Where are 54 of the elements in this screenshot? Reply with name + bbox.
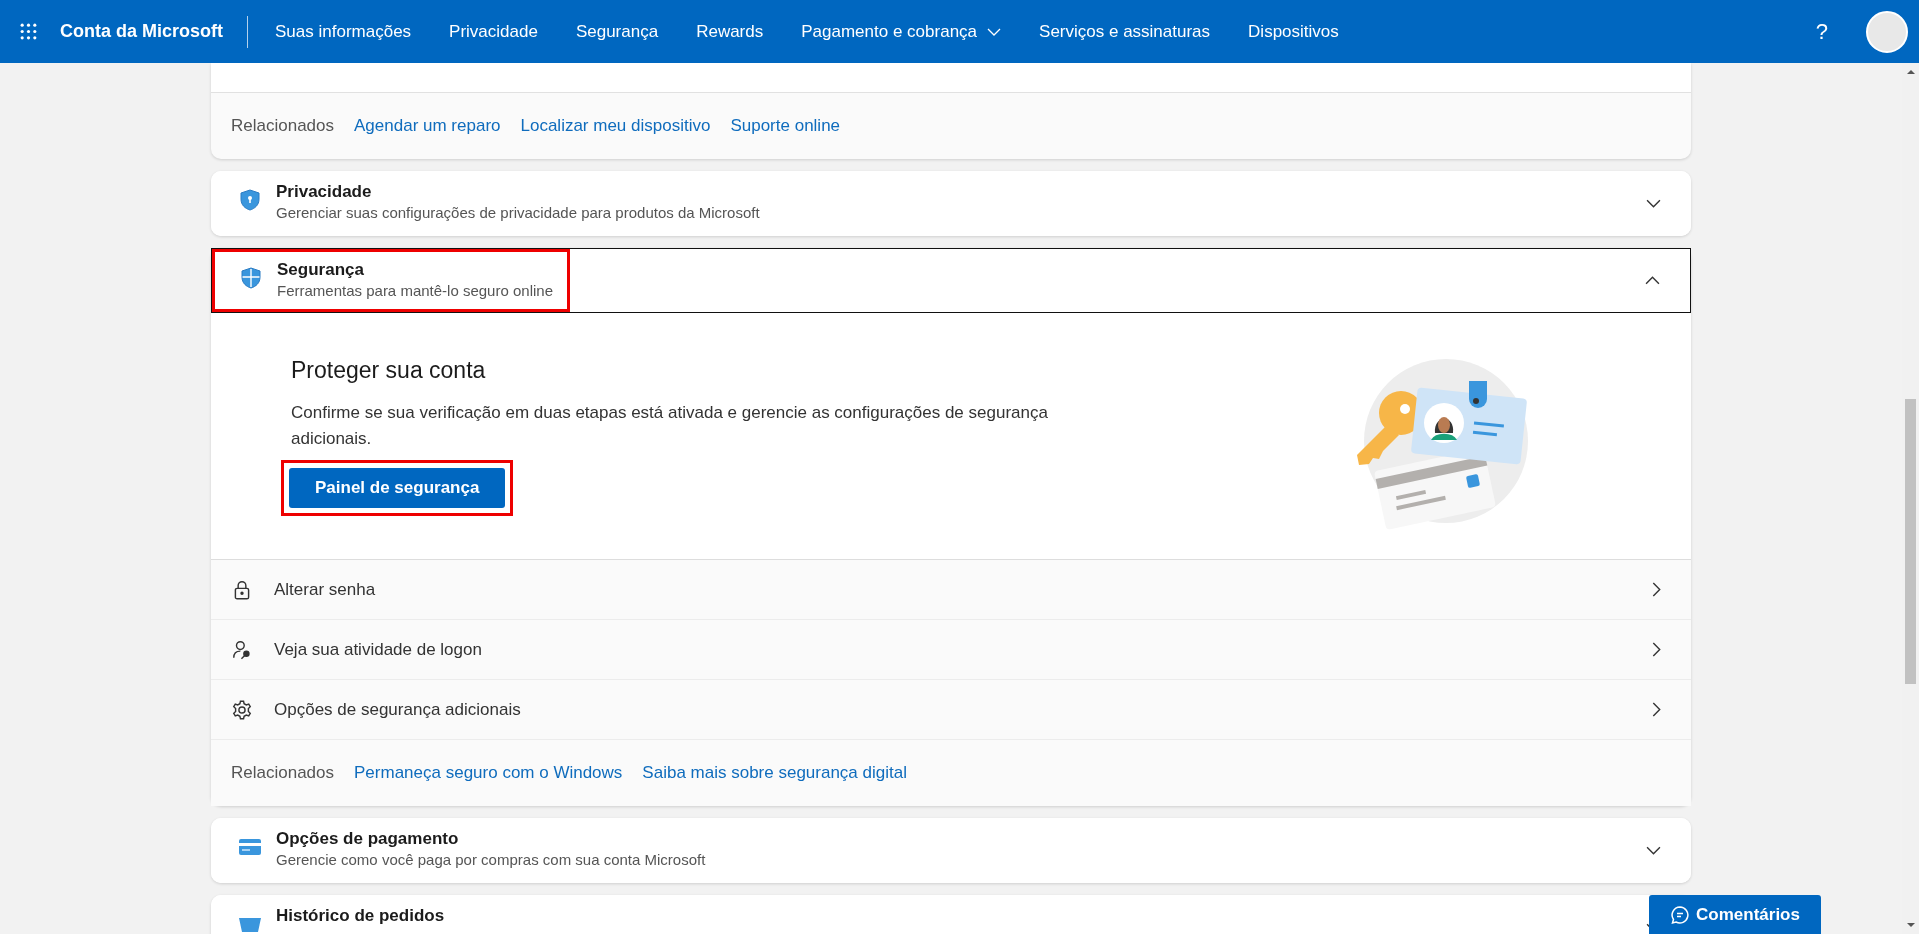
chevron-right-icon [1652, 642, 1661, 657]
highlight-frame[interactable]: Segurança Ferramentas para mantê-lo seguro online [212, 249, 570, 312]
related-link[interactable]: Permaneça seguro com o Windows [354, 763, 623, 783]
chevron-right-icon [1652, 582, 1661, 597]
chevron-down-icon[interactable] [1646, 199, 1661, 208]
security-dashboard-button[interactable]: Painel de segurança [289, 467, 506, 508]
action-row[interactable]: Opções de segurança adicionais [211, 680, 1691, 740]
action-row[interactable]: Veja sua atividade de logon [211, 620, 1691, 680]
avatar[interactable] [1866, 10, 1908, 53]
related-link[interactable]: Saiba mais sobre segurança digital [642, 763, 907, 783]
chevron-up-icon[interactable] [1645, 276, 1660, 285]
related-label: Relacionados [231, 116, 334, 136]
section-title: Segurança [277, 260, 365, 280]
shield-icon [239, 266, 263, 290]
help-button[interactable]: ? [1815, 18, 1828, 45]
nav-link[interactable]: Suas informações [256, 21, 431, 42]
action-label: Veja sua atividade de logon [274, 639, 482, 660]
scroll-up-icon[interactable] [1905, 69, 1916, 75]
action-label: Opções de segurança adicionais [274, 699, 521, 720]
nav-link[interactable]: Dispositivos [1229, 21, 1358, 42]
feedback-button[interactable]: Comentários [1649, 895, 1821, 934]
section-header[interactable]: Opções de pagamento Gerencie como você paga por compras com sua conta Microsoft [211, 818, 723, 883]
settings-icon [231, 698, 253, 721]
related-label: Relacionados [231, 763, 334, 783]
nav-link[interactable]: Privacidade [430, 21, 557, 42]
nav-link[interactable]: Serviços e assinaturas [1020, 21, 1230, 42]
app-title[interactable]: Conta da Microsoft [60, 21, 223, 42]
app-launcher-icon[interactable] [19, 22, 38, 41]
nav-link[interactable]: Pagamento e cobrança [782, 21, 1021, 42]
section-title: Histórico de pedidos [276, 906, 445, 926]
section-subtitle: Gerenciar suas configurações de privacidade para produtos da Microsoft [276, 204, 760, 221]
nav-link[interactable]: Segurança [556, 21, 678, 42]
section-title: Privacidade [276, 182, 373, 202]
scroll-down-icon[interactable] [1905, 922, 1916, 928]
section-header[interactable]: Histórico de pedidos [211, 895, 462, 934]
related-link[interactable]: Suporte online [730, 116, 841, 136]
related-link[interactable]: Localizar meu dispositivo [520, 116, 711, 136]
chevron-right-icon [1652, 702, 1661, 717]
section-subtitle: Gerencie como você paga por compras com sua conta Microsoft [276, 851, 706, 868]
chevron-down-icon[interactable] [1646, 846, 1661, 855]
scrollbar-thumb[interactable] [1905, 399, 1916, 684]
description-text: Confirme se sua verificação em duas etapas está ativada e gerencie as configurações de segurança adicionais. [291, 401, 1049, 450]
chevron-down-icon [987, 27, 1002, 36]
action-label: Alterar senha [274, 579, 376, 600]
section-heading: Proteger sua conta [291, 356, 487, 384]
section-subtitle: Ferramentas para mantê-lo seguro online [277, 282, 553, 299]
section-title: Opções de pagamento [276, 829, 460, 849]
related-link[interactable]: Agendar um reparo [354, 116, 501, 136]
section-header[interactable]: Privacidade Gerenciar suas configurações de privacidade para produtos da Microsoft [211, 171, 777, 236]
chat-bubble-icon [1670, 904, 1691, 925]
nav-link[interactable]: Rewards [677, 21, 783, 42]
person-key-icon [231, 638, 253, 661]
shield-lock-icon [238, 188, 262, 212]
action-row[interactable]: Alterar senha [211, 560, 1691, 620]
